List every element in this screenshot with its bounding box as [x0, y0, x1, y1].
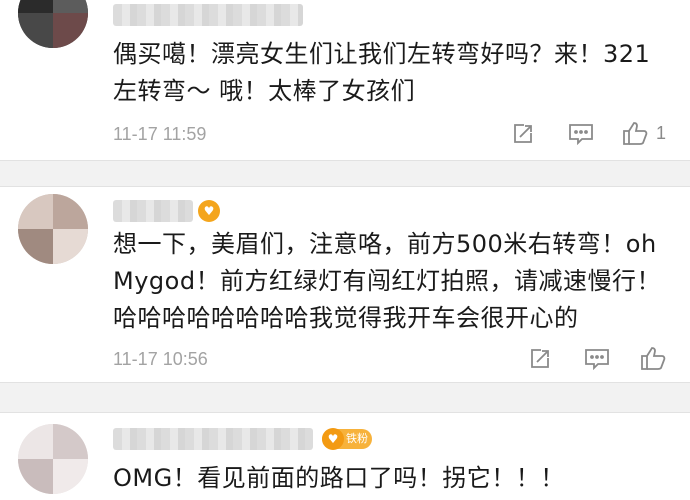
- like-button[interactable]: 1: [622, 120, 666, 146]
- comment-item: ♥ 想一下，美眉们，注意咯，前方500米右转弯！oh Mygod！前方红绿灯有闯…: [0, 186, 690, 382]
- comment-timestamp: 11-17 10:56: [113, 349, 208, 369]
- username-blurred[interactable]: [113, 428, 313, 450]
- comment-item: 偶买噶！漂亮女生们让我们左转弯好吗？来！321左转弯～ 哦！太棒了女孩们 11-…: [0, 0, 690, 160]
- avatar[interactable]: [18, 424, 88, 494]
- username-blurred[interactable]: [113, 200, 193, 222]
- thumbs-up-icon: [623, 122, 648, 145]
- avatar[interactable]: [18, 0, 88, 48]
- comment-icon: [569, 124, 593, 145]
- comment-timestamp: 11-17 11:59: [113, 124, 207, 144]
- comment-text: OMG！看见前面的路口了吗！拐它！！！: [113, 464, 565, 492]
- divider: [0, 160, 690, 161]
- fan-badge: ♥ 铁粉: [322, 428, 372, 450]
- repost-icon: [531, 349, 549, 368]
- vip-badge-icon: ♥: [198, 200, 220, 222]
- comment-icon: [585, 349, 609, 370]
- comment-text: 偶买噶！漂亮女生们让我们左转弯好吗？来！321左转弯～ 哦！太棒了女孩们: [113, 40, 651, 105]
- repost-button[interactable]: [511, 122, 535, 146]
- comment-feed: 偶买噶！漂亮女生们让我们左转弯好吗？来！321左转弯～ 哦！太棒了女孩们 11-…: [0, 0, 690, 500]
- divider: [0, 382, 690, 383]
- comment-separator: [0, 382, 690, 412]
- username-blurred[interactable]: [113, 4, 303, 26]
- comment-separator: [0, 160, 690, 186]
- comment-button[interactable]: [568, 123, 594, 145]
- fan-badge-label: 铁粉: [346, 432, 368, 445]
- repost-icon: [514, 124, 532, 143]
- comment-text: 想一下，美眉们，注意咯，前方500米右转弯！oh Mygod！前方红绿灯有闯红灯…: [113, 230, 662, 332]
- comment-item: ♥ 铁粉 OMG！看见前面的路口了吗！拐它！！！: [0, 412, 690, 500]
- avatar[interactable]: [18, 194, 88, 264]
- comment-button[interactable]: [584, 348, 610, 370]
- thumbs-up-icon: [641, 347, 666, 370]
- repost-button[interactable]: [528, 347, 552, 371]
- like-button[interactable]: [640, 345, 674, 371]
- vip-badge-icon: ♥: [322, 428, 344, 450]
- like-count: 1: [656, 122, 667, 143]
